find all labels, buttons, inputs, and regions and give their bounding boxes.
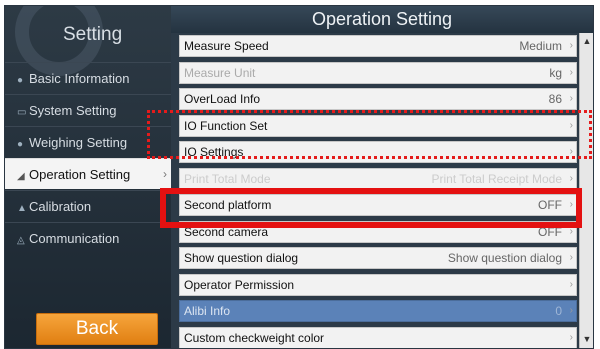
scroll-down-icon[interactable]: ▼ — [580, 333, 593, 345]
setting-row-operator-permission[interactable]: Operator Permission › — [179, 273, 577, 296]
setting-label: Custom checkweight color — [184, 330, 325, 345]
weighing-icon: ● — [17, 139, 24, 150]
sidebar-item-label: Communication — [29, 231, 120, 246]
setting-label: OverLoad Info — [184, 92, 261, 106]
setting-row-show-question-dialog[interactable]: Show question dialog Show question dialog… — [179, 247, 577, 269]
sidebar-item-communication[interactable]: ◬ Communication — [5, 222, 171, 253]
app-window: Setting ● Basic Information ▭ System Settin… — [4, 5, 594, 349]
page-title: Operation Setting — [171, 6, 593, 33]
setting-row-measure-unit: Measure Unit kg › — [179, 61, 577, 84]
sidebar-item-calibration[interactable]: ▲ Calibration — [5, 190, 171, 221]
setting-value: 0 — [555, 304, 562, 318]
operation-icon: ◢ — [17, 171, 25, 182]
setting-label: Alibi Info — [184, 304, 231, 318]
chevron-right-icon: › — [569, 93, 573, 104]
dotted-annotation-box — [147, 110, 592, 159]
calibration-icon: ▲ — [17, 203, 27, 214]
setting-value: kg — [549, 65, 562, 80]
system-icon: ▭ — [17, 107, 27, 118]
sidebar-item-label: Weighing Setting — [29, 135, 128, 150]
chevron-right-icon: › — [163, 167, 167, 181]
chevron-right-icon: › — [569, 172, 573, 184]
sidebar-item-label: System Setting — [29, 103, 117, 118]
setting-row-custom-checkweight-color[interactable]: Custom checkweight color › — [179, 326, 577, 348]
chevron-right-icon: › — [569, 305, 573, 316]
setting-label: Show question dialog — [184, 251, 299, 265]
chevron-right-icon: › — [569, 252, 573, 263]
setting-label: Print Total Mode — [184, 171, 271, 186]
setting-row-print-total-mode[interactable]: Print Total Mode Print Total Receipt Mode… — [179, 167, 577, 190]
setting-row-measure-speed[interactable]: Measure Speed Medium › — [179, 35, 577, 57]
chevron-right-icon: › — [569, 66, 573, 78]
chevron-right-icon: › — [569, 40, 573, 51]
main-panel: Operation Setting Measure Speed Medium › Me… — [171, 6, 593, 348]
sidebar: Setting ● Basic Information ▭ System Settin… — [5, 6, 171, 348]
sidebar-item-basic-information[interactable]: ● Basic Information — [5, 62, 171, 93]
sidebar-header: Setting — [5, 6, 171, 76]
sidebar-item-operation-setting[interactable]: ◢ Operation Setting › — [5, 158, 171, 189]
setting-label: Operator Permission — [184, 277, 295, 292]
sidebar-item-label: Operation Setting — [29, 167, 131, 182]
setting-row-overload-info[interactable]: OverLoad Info 86 › — [179, 88, 577, 110]
chevron-right-icon: › — [569, 331, 573, 343]
red-annotation-box — [160, 188, 582, 228]
setting-value: Print Total Receipt Mode — [431, 171, 562, 186]
sidebar-title: Setting — [63, 24, 123, 45]
scroll-up-icon[interactable]: ▲ — [580, 35, 593, 47]
circle-info-icon: ● — [17, 75, 24, 86]
chevron-right-icon: › — [569, 278, 573, 290]
setting-value: Show question dialog — [447, 251, 562, 265]
setting-label: Measure Unit — [184, 65, 256, 80]
sidebar-item-label: Basic Information — [29, 71, 130, 86]
communication-icon: ◬ — [17, 235, 25, 246]
setting-value: 86 — [548, 92, 562, 106]
setting-row-alibi-info[interactable]: Alibi Info 0 › — [179, 300, 577, 322]
setting-label: Measure Speed — [184, 39, 269, 53]
setting-value: Medium — [519, 39, 562, 53]
back-button[interactable]: Back — [36, 313, 158, 345]
sidebar-item-label: Calibration — [29, 199, 92, 214]
